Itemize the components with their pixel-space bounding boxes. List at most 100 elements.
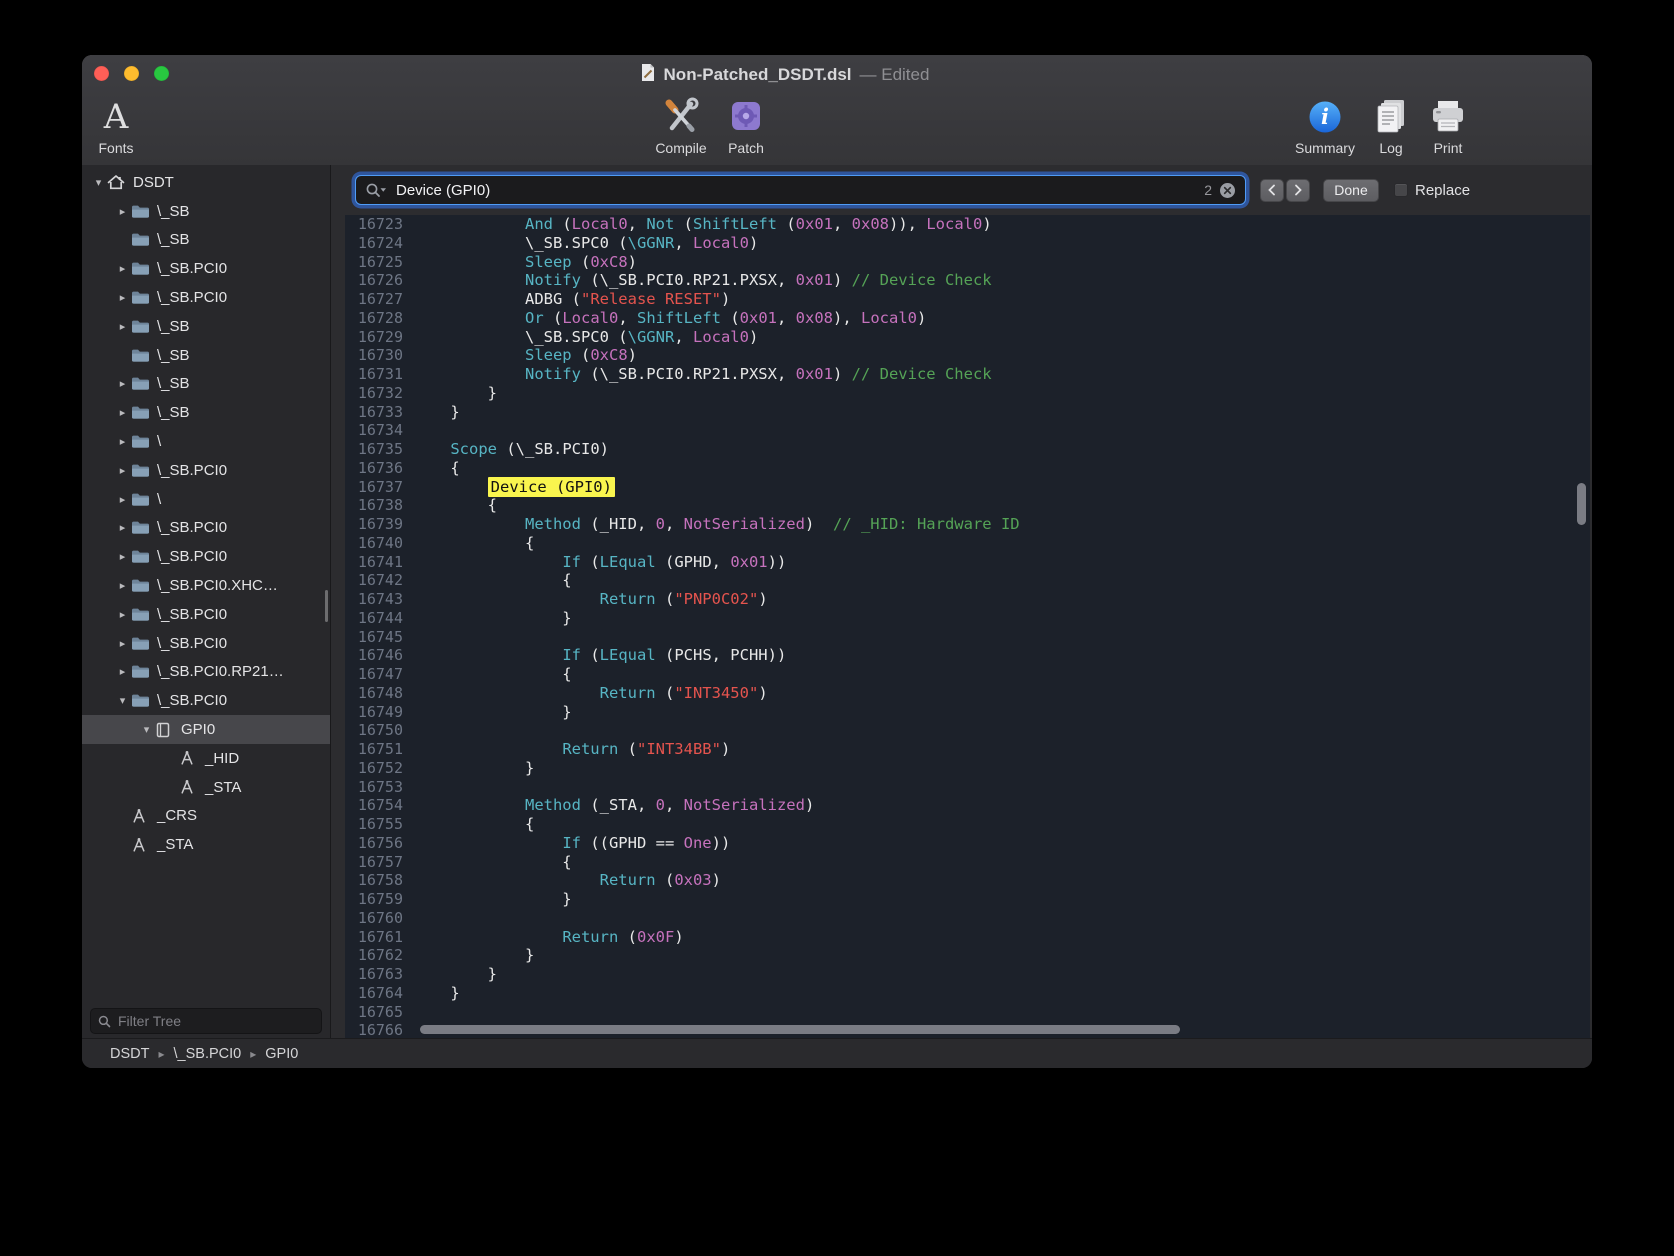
disclosure-triangle-icon[interactable]: ▾ — [114, 694, 131, 707]
tree-item-sta[interactable]: _STA — [82, 830, 330, 859]
code-line[interactable]: 16757 { — [345, 853, 1590, 872]
disclosure-triangle-icon[interactable]: ▾ — [138, 723, 155, 736]
compile-button[interactable]: Compile — [649, 94, 713, 156]
code-line[interactable]: 16754 Method (_STA, 0, NotSerialized) — [345, 796, 1590, 815]
code-line[interactable]: 16751 Return ("INT34BB") — [345, 740, 1590, 759]
code-line[interactable]: 16733 } — [345, 403, 1590, 422]
tree-item-sb-pci0-rp21[interactable]: ▸\_SB.PCI0.RP21… — [82, 658, 330, 687]
log-button[interactable]: Log — [1363, 94, 1419, 156]
code-line[interactable]: 16741 If (LEqual (GPHD, 0x01)) — [345, 553, 1590, 572]
done-button[interactable]: Done — [1323, 179, 1379, 202]
code-line[interactable]: 16753 — [345, 778, 1590, 797]
find-next-button[interactable] — [1286, 179, 1310, 202]
disclosure-triangle-icon[interactable]: ▸ — [114, 493, 131, 506]
tree-item-sb[interactable]: ▸\_SB — [82, 398, 330, 427]
replace-checkbox[interactable] — [1394, 183, 1408, 197]
tree-item-[interactable]: ▸\ — [82, 427, 330, 456]
tree-item-sb-pci0-xhc[interactable]: ▸\_SB.PCI0.XHC… — [82, 571, 330, 600]
code-line[interactable]: 16739 Method (_HID, 0, NotSerialized) //… — [345, 515, 1590, 534]
find-field[interactable]: 2 — [355, 175, 1246, 205]
code-line[interactable]: 16762 } — [345, 946, 1590, 965]
disclosure-triangle-icon[interactable]: ▸ — [114, 406, 131, 419]
disclosure-triangle-icon[interactable]: ▸ — [114, 550, 131, 563]
code-line[interactable]: 16724 \_SB.SPC0 (\GGNR, Local0) — [345, 234, 1590, 253]
breadcrumb-item-dsdt[interactable]: DSDT — [110, 1046, 149, 1062]
tree-item-sb-pci0[interactable]: ▾\_SB.PCI0 — [82, 686, 330, 715]
code-line[interactable]: 16760 — [345, 909, 1590, 928]
disclosure-triangle-icon[interactable]: ▸ — [114, 320, 131, 333]
tree-item-sb[interactable]: ▸\_SB — [82, 197, 330, 226]
find-input[interactable] — [394, 181, 1197, 200]
tree-item-sb-pci0[interactable]: ▸\_SB.PCI0 — [82, 542, 330, 571]
find-previous-button[interactable] — [1260, 179, 1284, 202]
summary-button[interactable]: i Summary — [1293, 94, 1357, 156]
tree-item-crs[interactable]: _CRS — [82, 802, 330, 831]
tree-item-hid[interactable]: _HID — [82, 744, 330, 773]
code-line[interactable]: 16734 — [345, 421, 1590, 440]
patch-button[interactable]: Patch — [714, 94, 778, 156]
disclosure-triangle-icon[interactable]: ▸ — [114, 435, 131, 448]
code-line[interactable]: 16755 { — [345, 815, 1590, 834]
code-line[interactable]: 16725 Sleep (0xC8) — [345, 253, 1590, 272]
tree-item-sb-pci0[interactable]: ▸\_SB.PCI0 — [82, 514, 330, 543]
breadcrumb-item-gpi0[interactable]: GPI0 — [265, 1046, 298, 1062]
code-line[interactable]: 16743 Return ("PNP0C02") — [345, 590, 1590, 609]
code-line[interactable]: 16747 { — [345, 665, 1590, 684]
code-line[interactable]: 16730 Sleep (0xC8) — [345, 346, 1590, 365]
code-line[interactable]: 16749 } — [345, 703, 1590, 722]
disclosure-triangle-icon[interactable]: ▸ — [114, 521, 131, 534]
clear-search-icon[interactable] — [1219, 182, 1236, 199]
disclosure-triangle-icon[interactable]: ▸ — [114, 205, 131, 218]
tree-item-[interactable]: ▸\ — [82, 485, 330, 514]
code-line[interactable]: 16740 { — [345, 534, 1590, 553]
tree-item-sb[interactable]: \_SB — [82, 341, 330, 370]
horizontal-scrollbar-thumb[interactable] — [420, 1025, 1180, 1034]
disclosure-triangle-icon[interactable]: ▸ — [114, 262, 131, 275]
tree-item-sb-pci0[interactable]: ▸\_SB.PCI0 — [82, 629, 330, 658]
code-line[interactable]: 16765 — [345, 1003, 1590, 1022]
code-line[interactable]: 16742 { — [345, 571, 1590, 590]
code-line[interactable]: 16744 } — [345, 609, 1590, 628]
code-line[interactable]: 16746 If (LEqual (PCHS, PCHH)) — [345, 646, 1590, 665]
disclosure-triangle-icon[interactable]: ▸ — [114, 377, 131, 390]
code-line[interactable]: 16737 Device (GPI0) — [345, 478, 1590, 497]
code-line[interactable]: 16761 Return (0x0F) — [345, 928, 1590, 947]
tree-item-sb-pci0[interactable]: ▸\_SB.PCI0 — [82, 254, 330, 283]
disclosure-triangle-icon[interactable]: ▸ — [114, 464, 131, 477]
code-line[interactable]: 16735 Scope (\_SB.PCI0) — [345, 440, 1590, 459]
fonts-button[interactable]: A Fonts — [84, 94, 148, 156]
code-editor[interactable]: 16723 And (Local0, Not (ShiftLeft (0x01,… — [345, 215, 1590, 1039]
disclosure-triangle-icon[interactable]: ▸ — [114, 637, 131, 650]
code-line[interactable]: 16726 Notify (\_SB.PCI0.RP21.PXSX, 0x01)… — [345, 271, 1590, 290]
filter-tree-input[interactable] — [116, 1012, 314, 1030]
tree-item-sb-pci0[interactable]: ▸\_SB.PCI0 — [82, 456, 330, 485]
search-icon[interactable] — [365, 182, 387, 198]
filter-tree-field[interactable] — [90, 1008, 322, 1034]
breadcrumb-item-sb-pci0[interactable]: \_SB.PCI0 — [174, 1046, 242, 1062]
code-line[interactable]: 16748 Return ("INT3450") — [345, 684, 1590, 703]
tree-item-sb-pci0[interactable]: ▸\_SB.PCI0 — [82, 600, 330, 629]
tree-item-gpi0[interactable]: ▾GPI0 — [82, 715, 330, 744]
code-line[interactable]: 16758 Return (0x03) — [345, 871, 1590, 890]
code-line[interactable]: 16759 } — [345, 890, 1590, 909]
disclosure-triangle-icon[interactable]: ▸ — [114, 579, 131, 592]
tree-item-sb[interactable]: ▸\_SB — [82, 312, 330, 341]
tree-item-dsdt[interactable]: ▾DSDT — [82, 168, 330, 197]
disclosure-triangle-icon[interactable]: ▸ — [114, 291, 131, 304]
vertical-scrollbar-thumb[interactable] — [1577, 483, 1586, 525]
code-line[interactable]: 16728 Or (Local0, ShiftLeft (0x01, 0x08)… — [345, 309, 1590, 328]
sidebar-scrollbar[interactable] — [325, 590, 328, 622]
code-line[interactable]: 16732 } — [345, 384, 1590, 403]
code-line[interactable]: 16763 } — [345, 965, 1590, 984]
code-line[interactable]: 16729 \_SB.SPC0 (\GGNR, Local0) — [345, 328, 1590, 347]
code-line[interactable]: 16764 } — [345, 984, 1590, 1003]
tree-item-sb[interactable]: ▸\_SB — [82, 370, 330, 399]
code-line[interactable]: 16745 — [345, 628, 1590, 647]
tree-item-sta[interactable]: _STA — [82, 773, 330, 802]
code-line[interactable]: 16738 { — [345, 496, 1590, 515]
code-line[interactable]: 16736 { — [345, 459, 1590, 478]
print-button[interactable]: Print — [1420, 94, 1476, 156]
disclosure-triangle-icon[interactable]: ▾ — [90, 176, 107, 189]
disclosure-triangle-icon[interactable]: ▸ — [114, 608, 131, 621]
code-line[interactable]: 16752 } — [345, 759, 1590, 778]
